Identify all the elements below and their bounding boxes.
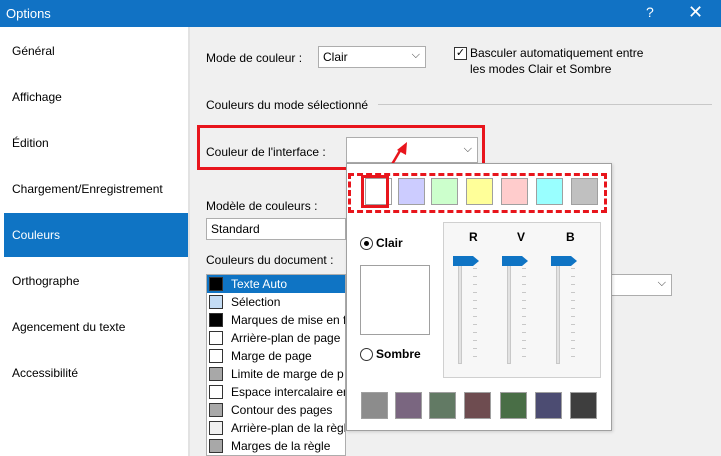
list-item-label: Contour des pages [231, 403, 333, 417]
sidebar: Général Affichage Édition Chargement/Enr… [0, 27, 188, 456]
swatch-charcoal[interactable] [570, 392, 597, 419]
slider-r-thumb[interactable] [453, 256, 479, 266]
list-item-label: Arrière-plan de la règle [231, 421, 346, 435]
auto-switch-label-line1: Basculer automatiquement entre [470, 46, 644, 60]
color-swatch [209, 349, 223, 363]
light-radio[interactable] [360, 237, 373, 250]
slider-r-ticks [473, 260, 477, 364]
list-item-label: Marges de la règle [231, 439, 331, 453]
list-item-label: Espace intercalaire en [231, 385, 346, 399]
color-mode-value: Clair [323, 50, 348, 64]
list-item[interactable]: Marges de la règle [207, 437, 345, 455]
slider-b-ticks [571, 260, 575, 364]
document-colors-label: Couleurs du document : [206, 253, 334, 267]
slider-b-track[interactable] [556, 260, 560, 364]
swatch-dark-green[interactable] [500, 392, 527, 419]
list-item-label: Texte Auto [231, 277, 288, 291]
sidebar-item-display[interactable]: Affichage [4, 75, 188, 119]
color-preview [360, 265, 430, 335]
color-model-value: Standard [211, 222, 260, 236]
question-icon[interactable]: ? [646, 4, 654, 20]
title-bar: Options ? ✕ [0, 0, 721, 27]
color-swatch [209, 367, 223, 381]
slider-v-ticks [522, 260, 526, 364]
list-item[interactable]: Marge de page [207, 347, 345, 365]
color-swatch [209, 385, 223, 399]
section-divider [378, 104, 712, 105]
slider-b-label: B [566, 230, 575, 244]
list-item[interactable]: Contour des pages [207, 401, 345, 419]
list-item-label: Marge de page [231, 349, 312, 363]
slider-v-thumb[interactable] [502, 256, 528, 266]
dark-radio[interactable] [360, 348, 373, 361]
color-mode-label: Mode de couleur : [206, 51, 303, 65]
color-swatch [209, 439, 223, 453]
sidebar-item-label: Accessibilité [12, 366, 79, 380]
auto-switch-checkbox[interactable]: ✓ [454, 47, 467, 60]
list-item-label: Marques de mise en f [231, 313, 346, 327]
light-label: Clair [376, 236, 403, 250]
sidebar-item-spelling[interactable]: Orthographe [4, 259, 188, 303]
sidebar-item-label: Chargement/Enregistrement [12, 182, 163, 196]
chevron-down-icon: ⌵ [657, 277, 666, 289]
sidebar-item-label: Couleurs [12, 228, 61, 242]
list-item-label: Limite de marge de p [231, 367, 344, 381]
color-swatch [209, 277, 223, 291]
sidebar-item-general[interactable]: Général [4, 29, 188, 73]
close-icon[interactable]: ✕ [688, 2, 703, 23]
list-item-label: Arrière-plan de page [231, 331, 341, 345]
color-model-label: Modèle de couleurs : [206, 199, 318, 213]
color-mode-select[interactable]: Clair ⌵ [318, 46, 426, 68]
sidebar-item-label: Agencement du texte [12, 320, 126, 334]
document-colors-list[interactable]: Texte Auto Sélection Marques de mise en … [206, 274, 346, 456]
slider-b-thumb[interactable] [551, 256, 577, 266]
list-item-label: Sélection [231, 295, 281, 309]
radio-dot [364, 241, 369, 246]
color-swatch [209, 331, 223, 345]
sidebar-item-label: Affichage [12, 90, 62, 104]
dark-label: Sombre [376, 347, 421, 361]
document-color-select[interactable]: ⌵ [610, 274, 672, 296]
swatch-dark-slate[interactable] [535, 392, 562, 419]
swatch-dark-mauve[interactable] [395, 392, 422, 419]
sidebar-item-text-layout[interactable]: Agencement du texte [4, 305, 188, 349]
section-title: Couleurs du mode sélectionné [206, 98, 369, 112]
list-item[interactable]: Espace intercalaire en [207, 383, 345, 401]
color-swatch [209, 421, 223, 435]
color-model-select[interactable]: Standard [206, 218, 346, 240]
color-swatch [209, 403, 223, 417]
slider-r-track[interactable] [458, 260, 462, 364]
sidebar-item-label: Orthographe [12, 274, 80, 288]
list-item[interactable]: Sélection [207, 293, 345, 311]
list-item[interactable]: Arrière-plan de la règle [207, 419, 345, 437]
list-item[interactable]: Marques de mise en f [207, 311, 345, 329]
window-title: Options [6, 6, 51, 21]
highlight-selected-swatch [361, 175, 389, 208]
sidebar-item-colors[interactable]: Couleurs [4, 213, 188, 257]
sidebar-item-label: Édition [12, 136, 49, 150]
slider-r-label: R [469, 230, 478, 244]
chevron-down-icon: ⌵ [411, 49, 420, 61]
sidebar-item-label: Général [12, 44, 55, 58]
sidebar-item-load-save[interactable]: Chargement/Enregistrement [4, 167, 188, 211]
list-item[interactable]: Arrière-plan de page [207, 329, 345, 347]
swatch-dark-maroon[interactable] [464, 392, 491, 419]
swatch-dark-gray[interactable] [361, 392, 388, 419]
slider-v-label: V [517, 230, 526, 244]
color-swatch [209, 313, 223, 327]
color-swatch [209, 295, 223, 309]
auto-switch-label-line2: les modes Clair et Sombre [470, 62, 612, 76]
swatch-dark-sage[interactable] [429, 392, 456, 419]
slider-v-track[interactable] [507, 260, 511, 364]
list-item[interactable]: Texte Auto [207, 275, 345, 293]
list-item[interactable]: Limite de marge de p [207, 365, 345, 383]
sidebar-item-accessibility[interactable]: Accessibilité [4, 351, 188, 395]
sidebar-item-editing[interactable]: Édition [4, 121, 188, 165]
